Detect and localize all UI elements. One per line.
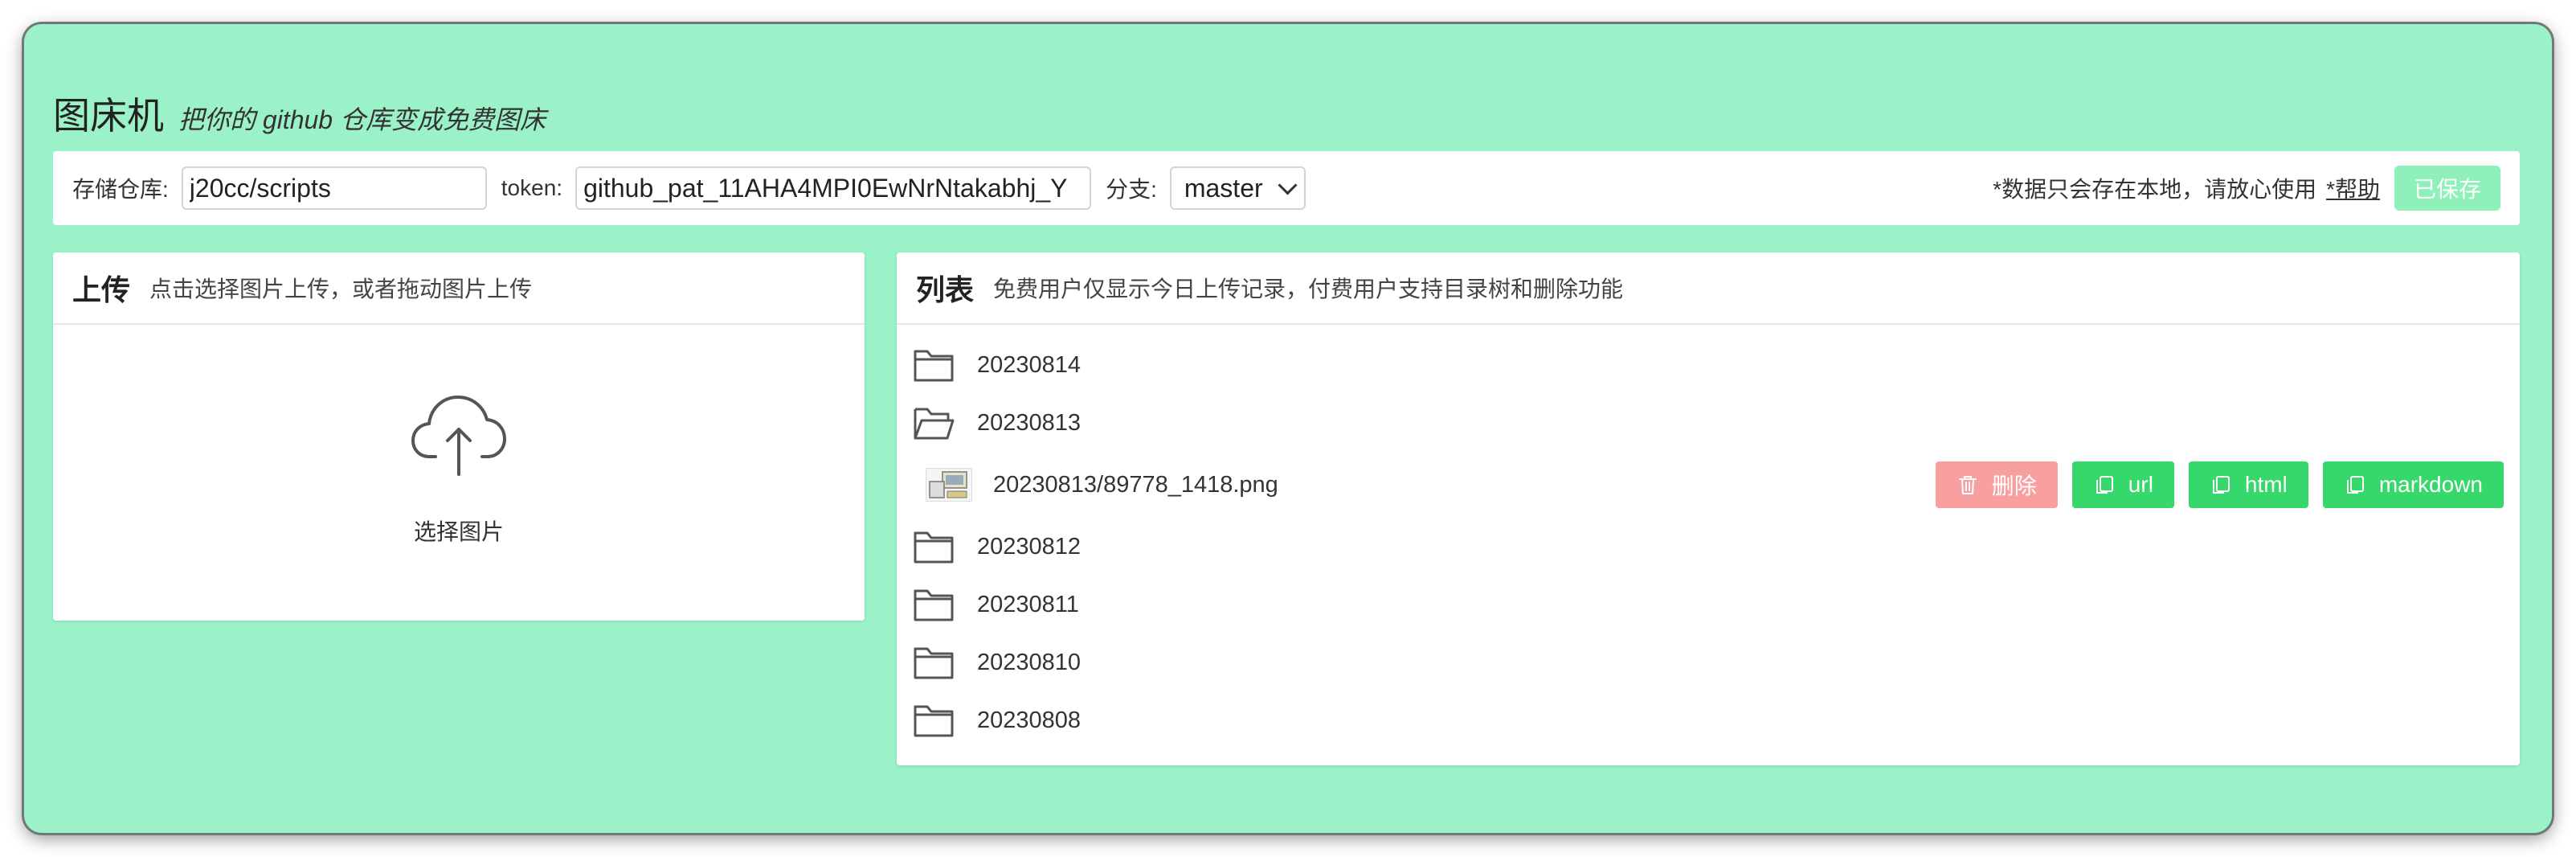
file-tree: 20230814 20230813 20230813/89778_1418.pn… (897, 325, 2520, 749)
help-link[interactable]: *帮助 (2326, 172, 2380, 204)
folder-name: 20230812 (977, 533, 1082, 560)
chevron-down-icon (1278, 174, 1298, 195)
branch-select-value: master (1184, 173, 1263, 203)
config-bar: 存储仓库: token: 分支: master *数据只会存在本地，请放心使用 … (53, 151, 2520, 225)
upload-title: 上传 (72, 273, 131, 306)
trash-icon (1958, 476, 1977, 494)
copy-url-button[interactable]: url (2071, 461, 2174, 508)
header: 图床机 把你的 github 仓库变成免费图床 (53, 87, 546, 140)
upload-panel-header: 上传 点击选择图片上传，或者拖动图片上传 (53, 252, 865, 325)
copy-icon (2212, 476, 2230, 494)
branch-label: 分支: (1106, 177, 1157, 202)
file-row[interactable]: 20230813/89778_1418.png 删除 url html mark… (897, 452, 2520, 518)
repo-input[interactable] (181, 166, 487, 210)
folder-name: 20230814 (977, 351, 1082, 378)
folder-name: 20230810 (977, 649, 1082, 675)
delete-label: 删除 (1991, 474, 2037, 498)
token-label: token: (501, 175, 563, 200)
folder-icon (914, 589, 954, 621)
token-input[interactable] (575, 166, 1092, 210)
file-actions: 删除 url html markdown (1935, 461, 2504, 508)
folder-icon (914, 705, 954, 737)
list-panel-header: 列表 免费用户仅显示今日上传记录，付费用户支持目录树和删除功能 (897, 252, 2520, 325)
repo-label: 存储仓库: (72, 177, 169, 202)
upload-panel: 上传 点击选择图片上传，或者拖动图片上传 选择图片 (53, 252, 865, 621)
copy-markdown-button[interactable]: markdown (2322, 461, 2504, 508)
copy-icon (2346, 476, 2364, 494)
copy-markdown-label: markdown (2378, 472, 2483, 497)
thumbnail-image (929, 471, 967, 498)
folder-row-20230813[interactable]: 20230813 (897, 394, 2520, 452)
file-name: 20230813/89778_1418.png (993, 471, 1278, 498)
folder-row-20230810[interactable]: 20230810 (897, 634, 2520, 691)
saved-button[interactable]: 已保存 (2394, 166, 2500, 211)
branch-select[interactable]: master (1169, 166, 1306, 210)
select-image-label: 选择图片 (413, 519, 504, 544)
folder-icon (914, 647, 954, 679)
list-panel: 列表 免费用户仅显示今日上传记录，付费用户支持目录树和删除功能 20230814… (897, 252, 2520, 765)
cloud-upload-icon (411, 396, 506, 476)
copy-html-button[interactable]: html (2188, 461, 2308, 508)
copy-html-label: html (2244, 472, 2288, 497)
app-window: 图床机 把你的 github 仓库变成免费图床 存储仓库: token: 分支:… (24, 24, 2552, 833)
folder-row-20230808[interactable]: 20230808 (897, 691, 2520, 749)
folder-open-icon (914, 408, 955, 440)
upload-dropzone[interactable]: 选择图片 (53, 325, 865, 621)
local-storage-notice: *数据只会存在本地，请放心使用 (1993, 177, 2317, 202)
copy-icon (2096, 476, 2113, 494)
folder-name: 20230811 (977, 591, 1079, 617)
folder-icon (914, 350, 954, 382)
image-thumbnail[interactable] (926, 468, 972, 502)
copy-url-label: url (2128, 472, 2153, 497)
folder-name: 20230808 (977, 707, 1082, 733)
app-subtitle: 把你的 github 仓库变成免费图床 (178, 105, 546, 134)
delete-button[interactable]: 删除 (1935, 461, 2058, 508)
list-description: 免费用户仅显示今日上传记录，付费用户支持目录树和删除功能 (993, 277, 1624, 301)
folder-name: 20230813 (977, 409, 1082, 436)
folder-icon (914, 531, 954, 564)
upload-description: 点击选择图片上传，或者拖动图片上传 (149, 277, 533, 301)
list-title: 列表 (916, 273, 975, 306)
app-title: 图床机 (53, 95, 164, 137)
folder-row-20230814[interactable]: 20230814 (897, 336, 2520, 394)
folder-row-20230811[interactable]: 20230811 (897, 576, 2520, 634)
folder-row-20230812[interactable]: 20230812 (897, 518, 2520, 576)
